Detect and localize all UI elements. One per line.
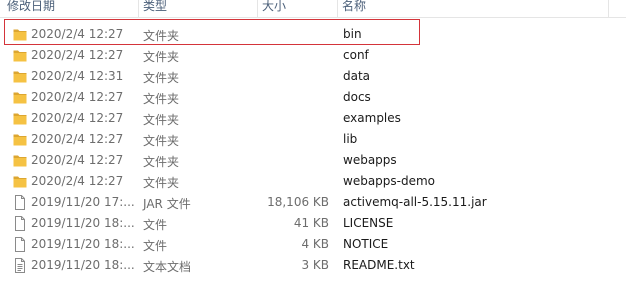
folder-icon	[13, 69, 27, 84]
name-cell: data	[343, 69, 371, 83]
file-row-lib[interactable]: 2020/2/4 12:27 文件夹 lib	[0, 129, 626, 150]
type-cell: 文件夹	[143, 92, 180, 106]
folder-icon	[13, 132, 27, 147]
name-cell: LICENSE	[343, 216, 394, 230]
date-cell: 2020/2/4 12:27	[31, 132, 124, 146]
file-row-docs[interactable]: 2020/2/4 12:27 文件夹 docs	[0, 87, 626, 108]
folder-icon	[13, 153, 27, 168]
type-cell: 文件	[143, 218, 168, 232]
size-cell: 41 KB	[293, 216, 329, 230]
size-cell: 18,106 KB	[267, 195, 329, 209]
type-cell: 文件夹	[143, 155, 180, 169]
type-cell: 文件夹	[143, 71, 180, 85]
date-cell: 2020/2/4 12:27	[31, 48, 124, 62]
file-row-activemq-all-5-15-11-jar[interactable]: 2019/11/20 17:... JAR 文件 18,106 KB activemq…	[0, 192, 626, 213]
column-divider[interactable]	[608, 0, 609, 17]
folder-icon	[13, 48, 27, 63]
type-cell: JAR 文件	[143, 197, 191, 211]
name-cell: webapps-demo	[343, 174, 436, 188]
file-row-examples[interactable]: 2020/2/4 12:27 文件夹 examples	[0, 108, 626, 129]
column-header-size[interactable]: 大小	[262, 0, 286, 15]
column-divider[interactable]	[257, 0, 258, 17]
type-cell: 文件夹	[143, 176, 180, 190]
folder-icon	[13, 174, 27, 189]
file-row-data[interactable]: 2020/2/4 12:31 文件夹 data	[0, 66, 626, 87]
file-row-webapps[interactable]: 2020/2/4 12:27 文件夹 webapps	[0, 150, 626, 171]
column-header-bar: 修改日期 类型 大小 名称	[0, 0, 626, 18]
date-cell: 2020/2/4 12:27	[31, 111, 124, 125]
name-cell: examples	[343, 111, 401, 125]
name-cell: docs	[343, 90, 371, 104]
size-cell: 4 KB	[301, 237, 329, 251]
file-row-readme-txt[interactable]: 2019/11/20 18:... 文本文档 3 KB README.txt	[0, 255, 626, 276]
size-cell: 3 KB	[301, 258, 329, 272]
column-header-modified[interactable]: 修改日期	[7, 0, 55, 15]
name-cell: conf	[343, 48, 369, 62]
type-cell: 文件夹	[143, 113, 180, 127]
name-cell: activemq-all-5.15.11.jar	[343, 195, 487, 209]
date-cell: 2019/11/20 18:...	[31, 216, 135, 230]
name-cell: webapps	[343, 153, 397, 167]
file-row-conf[interactable]: 2020/2/4 12:27 文件夹 conf	[0, 45, 626, 66]
column-header-type[interactable]: 类型	[143, 0, 167, 15]
date-cell: 2019/11/20 18:...	[31, 258, 135, 272]
type-cell: 文件	[143, 239, 168, 253]
folder-icon	[13, 90, 27, 105]
date-cell: 2019/11/20 17:...	[31, 195, 135, 209]
column-divider[interactable]	[138, 0, 139, 17]
date-cell: 2019/11/20 18:...	[31, 237, 135, 251]
column-header-name[interactable]: 名称	[342, 0, 366, 15]
type-cell: 文件夹	[143, 50, 180, 64]
text-file-icon	[13, 258, 27, 273]
file-icon	[13, 216, 27, 231]
date-cell: 2020/2/4 12:31	[31, 69, 124, 83]
date-cell: 2020/2/4 12:27	[31, 174, 124, 188]
name-cell: README.txt	[343, 258, 415, 272]
file-icon	[13, 195, 27, 210]
folder-icon	[13, 111, 27, 126]
name-cell: lib	[343, 132, 358, 146]
file-icon	[13, 237, 27, 252]
type-cell: 文件夹	[143, 134, 180, 148]
file-row-notice[interactable]: 2019/11/20 18:... 文件 4 KB NOTICE	[0, 234, 626, 255]
file-row-license[interactable]: 2019/11/20 18:... 文件 41 KB LICENSE	[0, 213, 626, 234]
date-cell: 2020/2/4 12:27	[31, 153, 124, 167]
name-cell: NOTICE	[343, 237, 389, 251]
highlight-box	[4, 19, 420, 45]
date-cell: 2020/2/4 12:27	[31, 90, 124, 104]
column-divider[interactable]	[337, 0, 338, 17]
file-row-webapps-demo[interactable]: 2020/2/4 12:27 文件夹 webapps-demo	[0, 171, 626, 192]
type-cell: 文本文档	[143, 260, 192, 274]
